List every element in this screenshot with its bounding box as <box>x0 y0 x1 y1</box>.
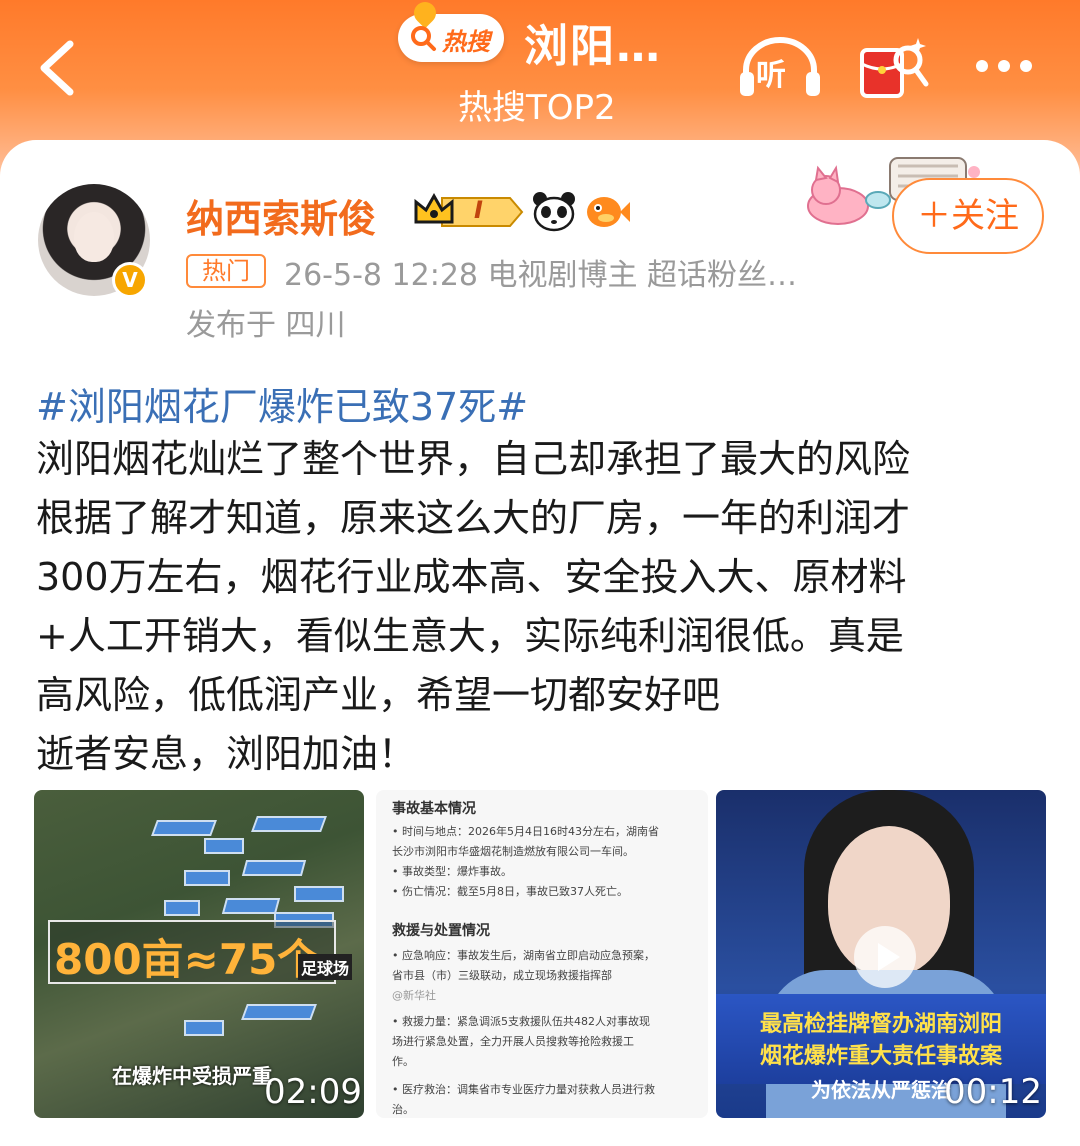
video-duration: 00:12 <box>944 1072 1042 1112</box>
follow-button[interactable]: ＋关注 <box>892 178 1044 254</box>
news-headline-1: 最高检挂牌督办湖南浏阳 <box>759 1012 1002 1037</box>
video-thumbnail-aerial[interactable]: 800亩≈75个 足球场 在爆炸中受损严重 02:09 <box>34 790 364 1118</box>
body-line: 根据了解才知道，原来这么大的厂房，一年的利润才 <box>36 496 911 540</box>
doc-line: • 事故类型：爆炸事故。 <box>392 865 512 878</box>
doc-line: • 应急响应：事故发生后，湖南省立即启动应急预案， <box>392 949 655 962</box>
video-duration: 02:09 <box>264 1072 362 1112</box>
red-packet-search-icon[interactable] <box>858 34 930 102</box>
post-card: V 纳西索斯俊 I ＋关注 热门 26-5-8 12:28 电视剧博主 超话粉丝… <box>0 140 1080 1146</box>
search-icon <box>411 26 436 51</box>
doc-line: 治。 <box>392 1103 414 1116</box>
doc-line: 省市县（市）三级联动，成立现场救援指挥部 <box>392 969 612 982</box>
video-thumbnail-news[interactable]: 最高检挂牌督办湖南浏阳 烟花爆炸重大责任事故案 为依法从严惩治 00:12 <box>716 790 1046 1118</box>
body-line: 浏阳烟花灿烂了整个世界，自己却承担了最大的风险 <box>36 437 911 481</box>
doc-line: • 医疗救治：调集省市专业医疗力量对获救人员进行救 <box>392 1083 655 1096</box>
page-title: 浏阳… <box>524 21 662 72</box>
username[interactable]: 纳西索斯俊 <box>186 188 376 243</box>
play-icon[interactable] <box>854 926 916 988</box>
page-subtitle: 热搜TOP2 <box>458 88 616 128</box>
doc-line: @新华社 <box>392 989 436 1002</box>
doc-line: 场进行紧急处置，全力开展人员搜救等抢险救援工 <box>392 1035 634 1048</box>
doc-line: • 救援力量：紧急调派5支救援队伍共482人对事故现 <box>392 1015 650 1028</box>
post-body: 浏阳烟花灿烂了整个世界，自己却承担了最大的风险 根据了解才知道，原来这么大的厂房… <box>36 430 1056 784</box>
post-meta: 26-5-8 12:28 电视剧博主 超话粉丝… <box>284 258 798 293</box>
area-overlay-unit: 足球场 <box>298 954 353 980</box>
video-caption: 在爆炸中受损严重 <box>112 1064 272 1088</box>
area-overlay-text: 800亩≈75个 <box>54 935 320 984</box>
hot-search-pill[interactable]: 热搜 <box>398 0 504 62</box>
post-location: 发布于 四川 <box>186 308 346 343</box>
top-bar: 热搜 浏阳… 热搜TOP2 听 <box>0 0 1080 150</box>
doc-line: 作。 <box>392 1055 414 1068</box>
vip-level: I <box>474 196 483 224</box>
avatar[interactable]: V <box>38 184 150 298</box>
body-line: 高风险，低低润产业，希望一切都安好吧 <box>36 673 721 717</box>
more-options-icon[interactable] <box>972 52 1036 82</box>
listen-button[interactable]: 听 <box>738 34 822 100</box>
doc-line: • 时间与地点：2026年5月4日16时43分左右，湖南省 <box>392 825 659 838</box>
avatar-face <box>74 212 114 262</box>
hot-search-label: 热搜 <box>442 28 490 56</box>
topic-hashtag[interactable]: #浏阳烟花厂爆炸已致37死# <box>36 376 528 431</box>
news-headline-2: 烟花爆炸重大责任事故案 <box>759 1044 1002 1069</box>
doc-line: • 伤亡情况：截至5月8日，事故已致37人死亡。 <box>392 885 628 898</box>
body-line: +人工开销大，看似生意大，实际纯利润很低。真是 <box>36 614 904 658</box>
body-line: 300万左右，烟花行业成本高、安全投入大、原材料 <box>36 555 907 599</box>
panda-icon <box>533 192 575 232</box>
hot-tag: 热门 <box>186 254 266 288</box>
verified-badge-icon: V <box>112 262 148 298</box>
doc-line: 长沙市浏阳市华盛烟花制造燃放有限公司一车间。 <box>392 845 634 858</box>
doc-heading: 救援与处置情况 <box>392 923 490 939</box>
back-arrow-icon[interactable] <box>30 36 90 100</box>
listen-label: 听 <box>756 58 786 93</box>
doc-heading: 事故基本情况 <box>392 801 476 817</box>
image-thumbnail-document[interactable]: 事故基本情况 • 时间与地点：2026年5月4日16时43分左右，湖南省 长沙市… <box>376 790 708 1118</box>
pufferfish-icon <box>587 197 630 227</box>
body-line: 逝者安息，浏阳加油！ <box>36 732 417 776</box>
vip-level-badge: I <box>412 192 524 232</box>
crown-icon <box>414 192 524 227</box>
